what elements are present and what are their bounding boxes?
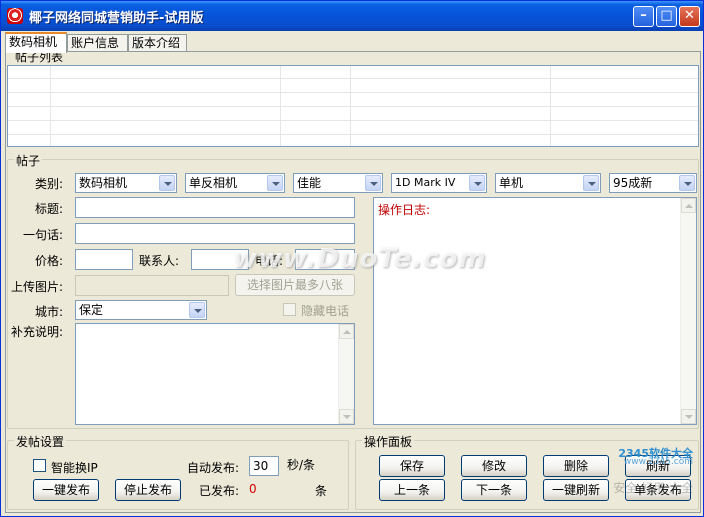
maximize-button[interactable]: □ <box>656 6 677 27</box>
corner-logo-line2: www.2345.com <box>623 457 693 467</box>
scroll-down-icon[interactable] <box>681 409 696 424</box>
scroll-down-icon[interactable] <box>339 409 354 424</box>
chevron-down-icon[interactable] <box>469 175 485 191</box>
close-button[interactable]: ✕ <box>679 6 700 27</box>
corner-logo-line3: 安全 好用 大全 <box>613 481 693 495</box>
title-input[interactable] <box>75 197 355 218</box>
prev-button[interactable]: 上一条 <box>379 479 445 501</box>
category-select-2[interactable]: 单反相机 <box>185 173 285 193</box>
contact-label: 联系人: <box>139 254 180 268</box>
main-window: 椰子网络同城营销助手-试用版 – □ ✕ 数码相机 账户信息 版本介绍 帖子列表… <box>0 0 704 517</box>
list-item[interactable] <box>8 94 698 107</box>
tab-account-info[interactable]: 账户信息 <box>67 34 128 52</box>
chevron-down-icon[interactable] <box>267 175 283 191</box>
minimize-button[interactable]: – <box>633 6 654 27</box>
category-select-4[interactable]: 1D Mark IV <box>391 173 487 193</box>
price-input[interactable] <box>75 249 133 270</box>
edit-button[interactable]: 修改 <box>461 455 527 477</box>
tab-digital-camera[interactable]: 数码相机 <box>5 32 67 53</box>
posting-settings-legend: 发帖设置 <box>14 433 67 450</box>
list-item[interactable] <box>8 66 698 79</box>
tagline-label: 一句话: <box>23 228 64 242</box>
chevron-down-icon[interactable] <box>159 175 175 191</box>
category-label: 类别: <box>35 177 64 191</box>
stop-post-button[interactable]: 停止发布 <box>115 479 181 501</box>
one-click-post-button[interactable]: 一键发布 <box>33 479 99 501</box>
auto-post-label: 自动发布: <box>187 461 240 475</box>
category-select-6[interactable]: 95成新 <box>609 173 697 193</box>
save-button[interactable]: 保存 <box>379 455 445 477</box>
watermark-text: www.DuoTe.com <box>233 244 487 274</box>
extra-scrollbar[interactable] <box>338 324 354 424</box>
city-select[interactable]: 保定 <box>75 300 207 320</box>
post-list[interactable] <box>7 65 699 147</box>
control-panel-legend: 操作面板 <box>362 433 415 450</box>
tagline-input[interactable] <box>75 223 355 244</box>
city-label: 城市: <box>35 305 64 319</box>
title-label: 标题: <box>35 202 64 216</box>
tab-version-info[interactable]: 版本介绍 <box>128 34 187 52</box>
chevron-down-icon[interactable] <box>583 175 599 191</box>
extra-label: 补充说明: <box>11 325 64 339</box>
auto-post-interval-input[interactable]: 30 <box>249 456 279 476</box>
hide-phone-label: 隐藏电话 <box>301 304 350 318</box>
window-title: 椰子网络同城营销助手-试用版 <box>29 11 204 26</box>
maximize-icon: □ <box>660 8 673 23</box>
scroll-up-icon[interactable] <box>681 198 696 213</box>
app-icon <box>7 8 23 24</box>
list-item[interactable] <box>8 136 698 146</box>
title-bar[interactable]: 椰子网络同城营销助手-试用版 – □ ✕ <box>1 1 703 31</box>
list-item[interactable] <box>8 122 698 135</box>
close-icon: ✕ <box>684 8 695 23</box>
category-select-5[interactable]: 单机 <box>495 173 601 193</box>
select-image-button[interactable]: 选择图片最多八张 <box>235 274 355 296</box>
hide-phone-checkbox[interactable] <box>283 303 296 316</box>
auto-post-unit: 秒/条 <box>287 458 316 472</box>
chevron-down-icon[interactable] <box>189 302 205 318</box>
upload-path-input <box>75 275 229 296</box>
posted-count: 0 <box>249 482 257 496</box>
operation-log[interactable]: 操作日志: <box>373 197 697 425</box>
post-legend: 帖子 <box>14 152 43 169</box>
next-button[interactable]: 下一条 <box>461 479 527 501</box>
extra-textarea[interactable] <box>75 323 355 425</box>
scroll-up-icon[interactable] <box>339 324 354 339</box>
category-select-1[interactable]: 数码相机 <box>75 173 177 193</box>
log-scrollbar[interactable] <box>680 198 696 424</box>
smart-ip-label: 智能换IP <box>51 461 98 475</box>
corner-logo: 2345软件大全 www.2345.com 安全 好用 大全 <box>567 445 697 515</box>
chevron-down-icon[interactable] <box>679 175 695 191</box>
upload-label: 上传图片: <box>11 280 64 294</box>
price-label: 价格: <box>35 254 64 268</box>
minimize-icon: – <box>640 8 647 23</box>
posted-label: 已发布: <box>199 484 240 498</box>
list-item[interactable] <box>8 80 698 93</box>
chevron-down-icon[interactable] <box>365 175 381 191</box>
posted-unit: 条 <box>315 484 328 498</box>
log-title: 操作日志: <box>378 203 431 217</box>
list-item[interactable] <box>8 108 698 121</box>
smart-ip-checkbox[interactable] <box>33 459 46 472</box>
category-select-3[interactable]: 佳能 <box>293 173 383 193</box>
